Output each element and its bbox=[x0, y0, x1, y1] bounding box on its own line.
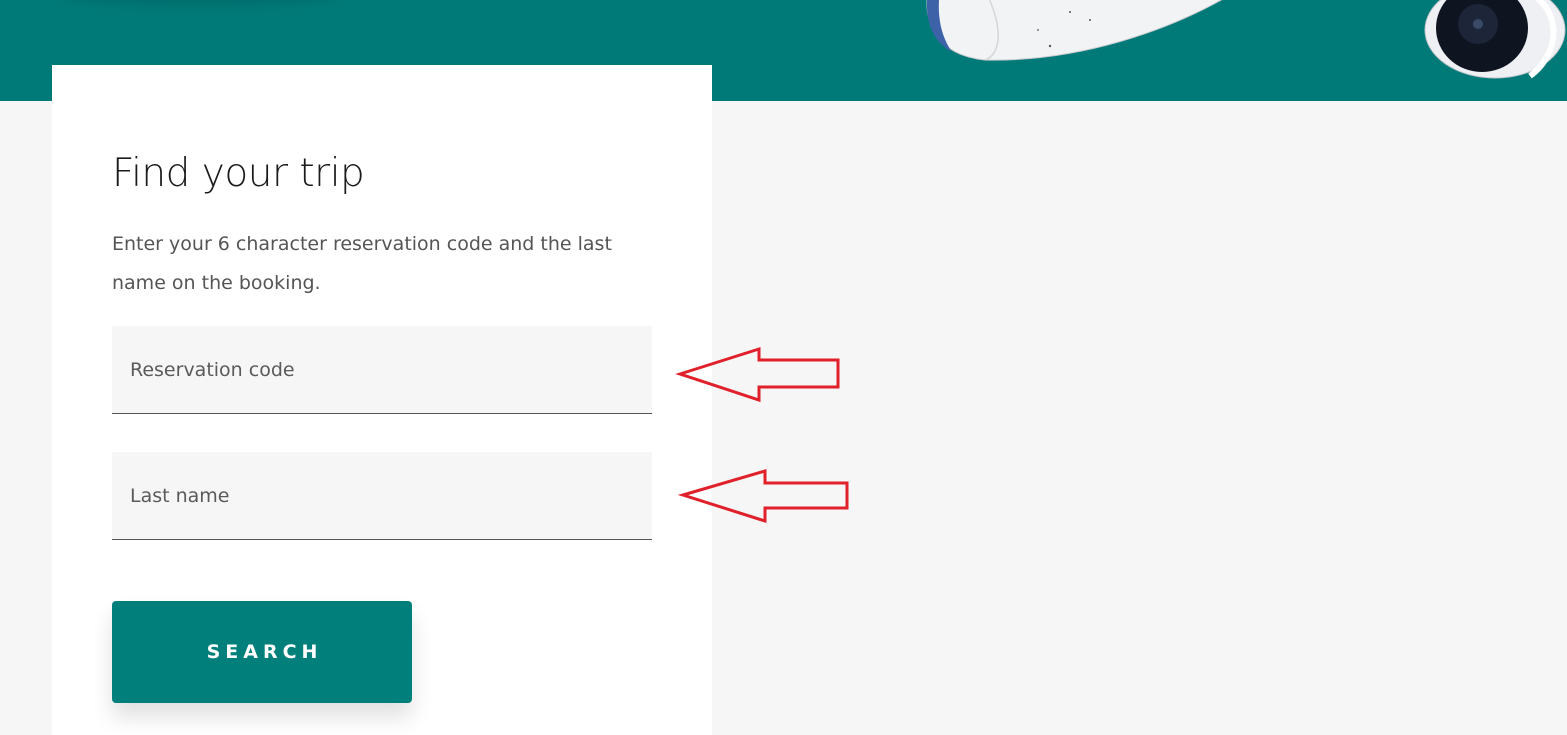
last-name-field[interactable] bbox=[112, 452, 652, 540]
annotation-arrow-last-name bbox=[678, 468, 849, 524]
search-button[interactable]: SEARCH bbox=[112, 601, 412, 703]
find-trip-card: Find your trip Enter your 6 character re… bbox=[52, 65, 712, 735]
reservation-code-field[interactable] bbox=[112, 326, 652, 414]
page: Find your trip Enter your 6 character re… bbox=[0, 0, 1567, 735]
last-name-input[interactable] bbox=[112, 452, 652, 539]
annotation-arrow-reservation bbox=[675, 346, 840, 403]
reservation-code-input[interactable] bbox=[112, 326, 652, 413]
page-title: Find your trip bbox=[112, 151, 365, 196]
instructions-text: Enter your 6 character reservation code … bbox=[112, 233, 612, 294]
